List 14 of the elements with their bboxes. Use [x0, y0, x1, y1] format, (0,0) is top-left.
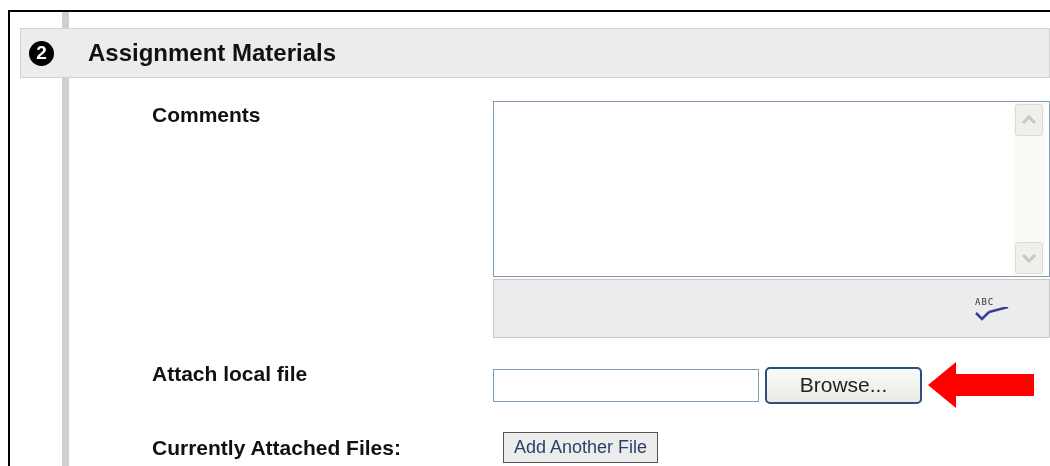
- field-label: Currently Attached Files:: [152, 436, 401, 460]
- file-path-field[interactable]: [493, 368, 759, 402]
- field-label: Attach local file: [152, 362, 308, 386]
- comments-field[interactable]: [493, 101, 1050, 277]
- field-label: Comments: [152, 103, 261, 127]
- scrollbar[interactable]: [1013, 102, 1045, 276]
- section-title: Assignment Materials: [88, 39, 337, 67]
- chevron-down-icon[interactable]: [1021, 253, 1037, 263]
- arrow-icon: [928, 362, 1034, 408]
- chevron-up-icon[interactable]: [1021, 115, 1037, 125]
- browse-button[interactable]: Browse...: [765, 366, 922, 404]
- spellcheck-button[interactable]: ABC: [975, 296, 1009, 321]
- step-number: 2: [29, 40, 54, 66]
- add-file-button[interactable]: Add Another File: [503, 432, 659, 463]
